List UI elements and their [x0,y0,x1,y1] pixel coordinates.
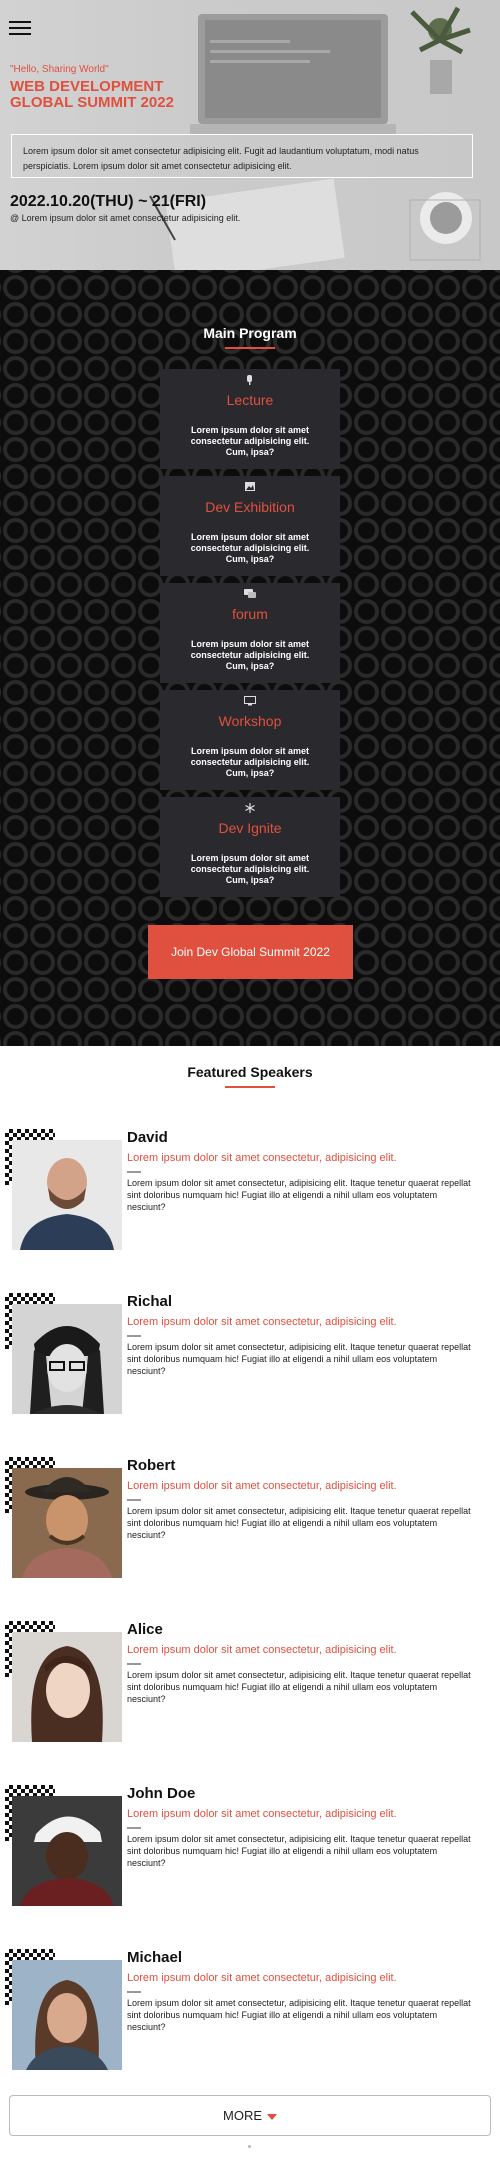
program-card-forum[interactable]: forum Lorem ipsum dolor sit amet consect… [160,583,340,683]
speaker-role: Lorem ipsum dolor sit amet consectetur, … [127,1808,397,1820]
title-underline [225,347,275,349]
speaker-card: David Lorem ipsum dolor sit amet consect… [0,1129,500,1269]
speaker-bio: Lorem ipsum dolor sit amet consectetur, … [127,1178,471,1212]
hero-section: "Hello, Sharing World" WEB DEVELOPMENT G… [0,0,500,270]
more-label: MORE [223,2108,262,2123]
program-title: Main Program [203,325,297,341]
program-card-workshop[interactable]: Workshop Lorem ipsum dolor sit amet cons… [160,690,340,790]
speaker-card: Richal Lorem ipsum dolor sit amet consec… [0,1293,500,1433]
speaker-card: Alice Lorem ipsum dolor sit amet consect… [0,1621,500,1761]
hero-tagline: "Hello, Sharing World" [10,64,109,75]
speaker-role: Lorem ipsum dolor sit amet consectetur, … [127,1480,397,1492]
divider [127,1335,141,1337]
card-text: Lorem ipsum dolor sit amet consectetur a… [190,532,310,564]
card-text: Lorem ipsum dolor sit amet consectetur a… [190,425,310,457]
speaker-photo [12,1960,122,2070]
hero-title: WEB DEVELOPMENT GLOBAL SUMMIT 2022 [10,78,174,111]
event-date: 2022.10.20(THU) ~ 21(FRI) [10,193,207,210]
speaker-photo [12,1140,122,1250]
more-button[interactable]: MORE [9,2095,491,2136]
divider [127,1663,141,1665]
program-card-dev-ignite[interactable]: Dev Ignite Lorem ipsum dolor sit amet co… [160,797,340,897]
speaker-name: Alice [127,1621,163,1638]
card-title: forum [232,606,268,622]
speaker-bio: Lorem ipsum dolor sit amet consectetur, … [127,1998,471,2032]
speaker-photo [12,1796,122,1906]
program-card-lecture[interactable]: Lecture Lorem ipsum dolor sit amet conse… [160,369,340,469]
microphone-icon [247,375,252,385]
speaker-name: David [127,1129,168,1146]
program-card-dev-exhibition[interactable]: Dev Exhibition Lorem ipsum dolor sit ame… [160,476,340,576]
monitor-icon [244,696,256,706]
snowflake-icon [245,803,255,813]
speaker-photo [12,1468,122,1578]
card-title: Lecture [226,392,274,408]
main-program-section: Main Program Lecture Lorem ipsum dolor s… [0,270,500,1046]
card-text: Lorem ipsum dolor sit amet consectetur a… [190,639,310,671]
card-title: Workshop [218,713,282,729]
speaker-bio: Lorem ipsum dolor sit amet consectetur, … [127,1506,471,1540]
hamburger-menu-icon[interactable] [9,21,31,35]
divider [127,1827,141,1829]
speaker-role: Lorem ipsum dolor sit amet consectetur, … [127,1972,397,1984]
speaker-name: Robert [127,1457,176,1474]
join-summit-button[interactable]: Join Dev Global Summit 2022 [148,925,353,979]
scroll-dot [248,2145,251,2148]
divider [127,1499,141,1501]
divider [127,1991,141,1993]
card-title: Dev Exhibition [205,499,295,515]
speaker-role: Lorem ipsum dolor sit amet consectetur, … [127,1152,397,1164]
speaker-name: Michael [127,1949,183,1966]
speaker-card: John Doe Lorem ipsum dolor sit amet cons… [0,1785,500,1925]
card-text: Lorem ipsum dolor sit amet consectetur a… [190,853,310,885]
card-title: Dev Ignite [218,820,282,836]
caret-down-icon [267,2113,277,2120]
speaker-bio: Lorem ipsum dolor sit amet consectetur, … [127,1670,471,1704]
speaker-name: John Doe [127,1785,196,1802]
speaker-photo [12,1632,122,1742]
image-icon [245,482,255,491]
divider [127,1171,141,1173]
speaker-photo [12,1304,122,1414]
speaker-role: Lorem ipsum dolor sit amet consectetur, … [127,1316,397,1328]
event-venue: @ Lorem ipsum dolor sit amet consectetur… [10,213,241,223]
chat-icon [244,589,256,598]
hero-description: Lorem ipsum dolor sit amet consectetur a… [11,134,473,178]
speakers-title: Featured Speakers [187,1064,313,1080]
speaker-card: Robert Lorem ipsum dolor sit amet consec… [0,1457,500,1597]
title-underline [225,1086,275,1088]
speaker-name: Richal [127,1293,173,1310]
speaker-role: Lorem ipsum dolor sit amet consectetur, … [127,1644,397,1656]
speaker-bio: Lorem ipsum dolor sit amet consectetur, … [127,1834,471,1868]
speaker-bio: Lorem ipsum dolor sit amet consectetur, … [127,1342,471,1376]
card-text: Lorem ipsum dolor sit amet consectetur a… [190,746,310,778]
speaker-card: Michael Lorem ipsum dolor sit amet conse… [0,1949,500,2089]
